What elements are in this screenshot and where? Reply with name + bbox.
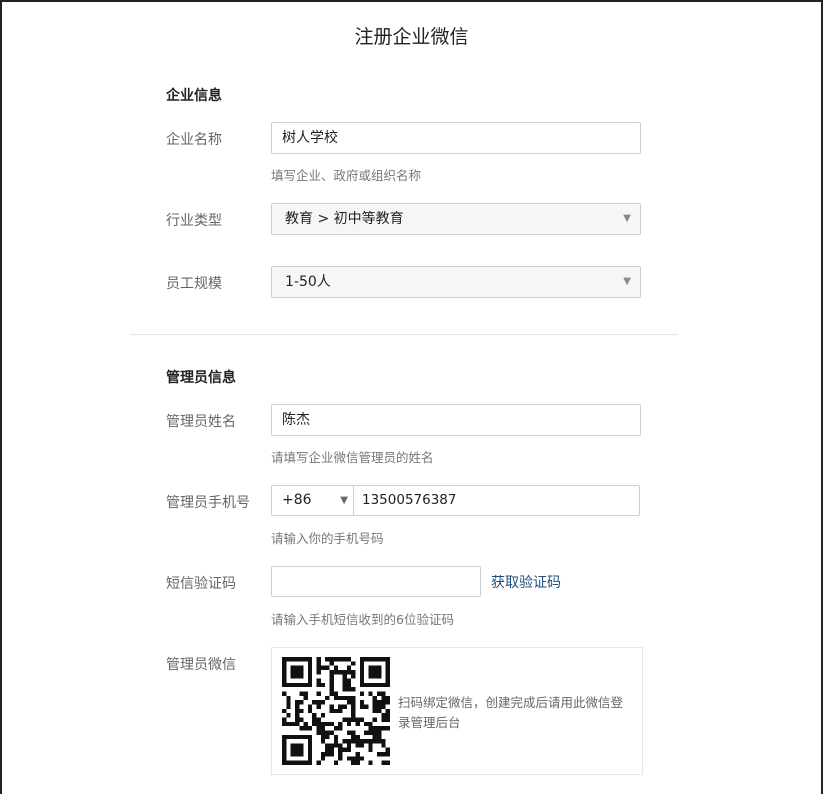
company-section-title: 企业信息 (166, 88, 222, 104)
company-name-input[interactable]: 树人学校 (271, 122, 641, 154)
admin-name-label: 管理员姓名 (166, 414, 236, 430)
admin-wechat-label: 管理员微信 (166, 657, 236, 673)
company-name-label: 企业名称 (166, 132, 222, 148)
qr-instruction: 扫码绑定微信，创建完成后请用此微信登录管理后台 (398, 695, 624, 730)
caret-down-icon: ▼ (623, 213, 631, 224)
get-code-link[interactable]: 获取验证码 (491, 572, 561, 592)
industry-label: 行业类型 (166, 213, 222, 229)
company-size-value: 1-50人 (285, 274, 331, 290)
company-size-label: 员工规模 (166, 276, 222, 292)
industry-select[interactable]: 教育 > 初中等教育 ▼ (271, 203, 641, 235)
page-title: 注册企业微信 (354, 26, 469, 48)
section-divider (130, 334, 678, 335)
qr-panel: 扫码绑定微信，创建完成后请用此微信登录管理后台 (271, 647, 643, 775)
caret-down-icon: ▼ (340, 495, 348, 506)
sms-code-input[interactable] (271, 566, 481, 597)
industry-value: 教育 > 初中等教育 (285, 211, 404, 227)
company-name-hint: 填写企业、政府或组织名称 (271, 168, 422, 183)
qr-code-icon (282, 657, 390, 765)
admin-section-title: 管理员信息 (166, 370, 236, 386)
phone-input[interactable]: 13500576387 (353, 485, 640, 516)
company-name-value: 树人学校 (282, 130, 338, 146)
sms-code-label: 短信验证码 (166, 576, 236, 592)
admin-phone-label: 管理员手机号 (166, 495, 250, 511)
company-size-select[interactable]: 1-50人 ▼ (271, 266, 641, 298)
admin-name-input[interactable]: 陈杰 (271, 404, 641, 436)
country-code-value: +86 (282, 492, 312, 508)
phone-value: 13500576387 (362, 492, 457, 508)
caret-down-icon: ▼ (623, 276, 631, 287)
admin-name-value: 陈杰 (282, 412, 310, 428)
admin-name-hint: 请填写企业微信管理员的姓名 (271, 450, 434, 465)
country-code-select[interactable]: +86 ▼ (271, 485, 354, 516)
sms-code-hint: 请输入手机短信收到的6位验证码 (271, 612, 454, 627)
phone-hint: 请输入你的手机号码 (271, 531, 384, 546)
